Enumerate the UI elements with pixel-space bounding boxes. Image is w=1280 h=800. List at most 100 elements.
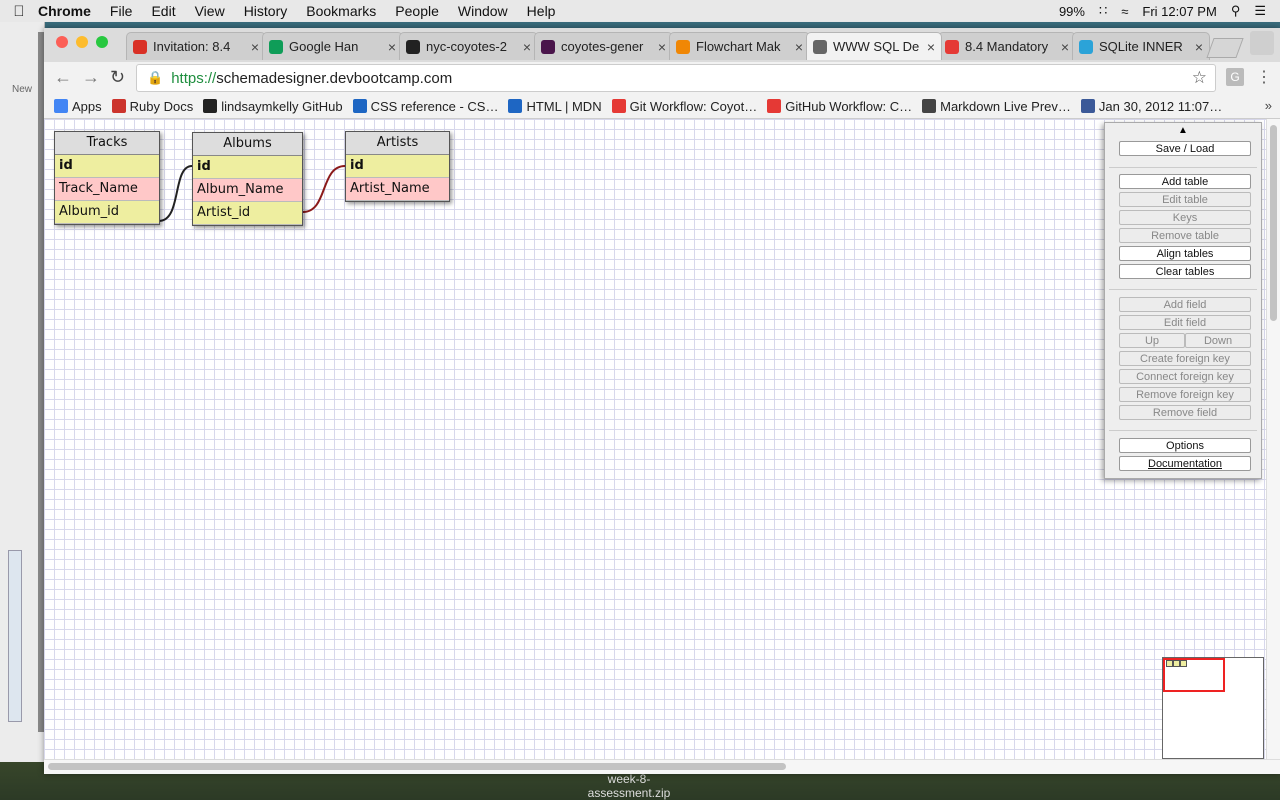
documentation-link[interactable]: Documentation — [1119, 456, 1251, 471]
field-album-id[interactable]: Album_id — [55, 201, 159, 224]
field-album-name[interactable]: Album_Name — [193, 179, 302, 202]
bookmark-label: Git Workflow: Coyot… — [629, 98, 758, 114]
bookmark-item[interactable]: Ruby Docs — [111, 99, 193, 114]
table-title[interactable]: Albums — [193, 133, 302, 156]
move-field-up-button[interactable]: Up — [1119, 333, 1185, 348]
github-icon — [203, 99, 218, 113]
minimize-window-button[interactable] — [76, 36, 88, 48]
add-table-button[interactable]: Add table — [1119, 174, 1251, 189]
menu-people[interactable]: People — [395, 3, 439, 19]
table-artists[interactable]: Artists id Artist_Name — [345, 131, 450, 202]
browser-tab[interactable]: 8.4 Mandatory × — [938, 32, 1076, 60]
bookmark-item[interactable]: Markdown Live Prev… — [922, 99, 1071, 114]
bookmark-item[interactable]: CSS reference - CS… — [352, 99, 498, 114]
desktop-file-label[interactable]: week-8-assessment.zip — [584, 772, 674, 800]
table-title[interactable]: Tracks — [55, 132, 159, 155]
browser-tab[interactable]: SQLite INNER × — [1072, 32, 1210, 60]
menu-edit[interactable]: Edit — [151, 3, 175, 19]
bookmark-label: GitHub Workflow: C… — [785, 98, 913, 114]
field-artist-id[interactable]: Artist_id — [193, 202, 302, 225]
close-tab-icon[interactable]: × — [523, 39, 531, 55]
search-icon[interactable]: ⚲ — [1231, 3, 1241, 19]
profile-button[interactable] — [1250, 31, 1274, 55]
bookmark-item[interactable]: HTML | MDN — [508, 99, 602, 114]
forward-icon[interactable]: → — [82, 67, 100, 88]
menu-window[interactable]: Window — [458, 3, 508, 19]
zoom-window-button[interactable] — [96, 36, 108, 48]
browser-tab[interactable]: nyc-coyotes-2 × — [399, 32, 538, 60]
field-id[interactable]: id — [346, 155, 449, 178]
field-track-name[interactable]: Track_Name — [55, 178, 159, 201]
vertical-scrollbar[interactable] — [1266, 119, 1280, 759]
remove-field-button[interactable]: Remove field — [1119, 405, 1251, 420]
close-tab-icon[interactable]: × — [1195, 39, 1203, 55]
horizontal-scrollbar[interactable] — [44, 759, 1280, 774]
close-tab-icon[interactable]: × — [658, 39, 666, 55]
reload-icon[interactable]: ↻ — [110, 67, 125, 88]
battery-percent[interactable]: 99% — [1059, 4, 1085, 19]
menu-bookmarks[interactable]: Bookmarks — [306, 3, 376, 19]
github-icon — [406, 39, 420, 54]
table-albums[interactable]: Albums id Album_Name Artist_id — [192, 132, 303, 226]
address-bar[interactable]: 🔒 https://schemadesigner.devbootcamp.com… — [136, 64, 1216, 92]
bookmark-item[interactable]: Jan 30, 2012 11:07… — [1080, 99, 1222, 114]
bookmarks-overflow-icon[interactable]: » — [1265, 98, 1272, 113]
bookmark-label: Apps — [72, 98, 102, 114]
field-id[interactable]: id — [55, 155, 159, 178]
apple-menu-icon[interactable]:  — [0, 3, 38, 20]
browser-tab[interactable]: Flowchart Mak × — [669, 32, 810, 60]
field-id[interactable]: id — [193, 156, 302, 179]
table-title[interactable]: Artists — [346, 132, 449, 155]
clear-tables-button[interactable]: Clear tables — [1119, 264, 1251, 279]
table-tracks[interactable]: Tracks id Track_Name Album_id — [54, 131, 160, 225]
close-tab-icon[interactable]: × — [388, 39, 396, 55]
bookmark-star-icon[interactable]: ☆ — [1192, 68, 1207, 88]
chrome-menu-icon[interactable]: ⋮ — [1256, 67, 1272, 87]
devbootcamp-icon — [611, 99, 626, 113]
remove-foreign-key-button[interactable]: Remove foreign key — [1119, 387, 1251, 402]
close-window-button[interactable] — [56, 36, 68, 48]
close-tab-icon[interactable]: × — [1061, 39, 1069, 55]
menu-file[interactable]: File — [110, 3, 133, 19]
browser-tab[interactable]: WWW SQL De × — [806, 32, 942, 60]
bookmark-item[interactable]: Apps — [54, 99, 102, 114]
move-field-down-button[interactable]: Down — [1185, 333, 1251, 348]
edit-field-button[interactable]: Edit field — [1119, 315, 1251, 330]
menubar-clock[interactable]: Fri 12:07 PM — [1142, 4, 1216, 19]
keys-button[interactable]: Keys — [1119, 210, 1251, 225]
new-tab-button[interactable] — [1206, 38, 1244, 58]
edit-table-button[interactable]: Edit table — [1119, 192, 1251, 207]
minimap[interactable] — [1162, 657, 1264, 759]
menu-history[interactable]: History — [244, 3, 288, 19]
align-tables-button[interactable]: Align tables — [1119, 246, 1251, 261]
remove-table-button[interactable]: Remove table — [1119, 228, 1251, 243]
close-tab-icon[interactable]: × — [795, 39, 803, 55]
create-foreign-key-button[interactable]: Create foreign key — [1119, 351, 1251, 366]
field-artist-name[interactable]: Artist_Name — [346, 178, 449, 201]
collapse-panel-icon[interactable]: ▲ — [1105, 125, 1261, 137]
minimap-viewport[interactable] — [1163, 658, 1225, 692]
close-tab-icon[interactable]: × — [251, 39, 259, 55]
connect-foreign-key-button[interactable]: Connect foreign key — [1119, 369, 1251, 384]
save-load-button[interactable]: Save / Load — [1119, 141, 1251, 156]
bluetooth-icon[interactable]: ∷ — [1099, 3, 1107, 19]
wifi-icon[interactable]: ≈ — [1121, 4, 1128, 19]
bookmark-item[interactable]: Git Workflow: Coyot… — [611, 98, 758, 114]
back-icon[interactable]: ← — [54, 67, 72, 88]
extension-icon[interactable]: G — [1226, 68, 1244, 86]
scroll-thumb[interactable] — [48, 763, 786, 770]
browser-tab[interactable]: coyotes-gener × — [534, 32, 673, 60]
schema-canvas[interactable]: Tracks id Track_Name Album_id Albums id … — [44, 119, 1280, 759]
add-field-button[interactable]: Add field — [1119, 297, 1251, 312]
menu-view[interactable]: View — [195, 3, 225, 19]
scroll-thumb[interactable] — [1270, 125, 1277, 321]
browser-tab[interactable]: Invitation: 8.4 × — [126, 32, 266, 60]
bookmark-item[interactable]: GitHub Workflow: C… — [767, 99, 912, 114]
notification-center-icon[interactable]: ☰ — [1254, 3, 1266, 19]
options-button[interactable]: Options — [1119, 438, 1251, 453]
close-tab-icon[interactable]: × — [927, 39, 935, 55]
bookmark-item[interactable]: lindsaymkelly GitHub — [203, 99, 343, 114]
browser-tab[interactable]: Google Han × — [262, 32, 403, 60]
menu-app-name[interactable]: Chrome — [38, 3, 91, 19]
menu-help[interactable]: Help — [527, 3, 556, 19]
